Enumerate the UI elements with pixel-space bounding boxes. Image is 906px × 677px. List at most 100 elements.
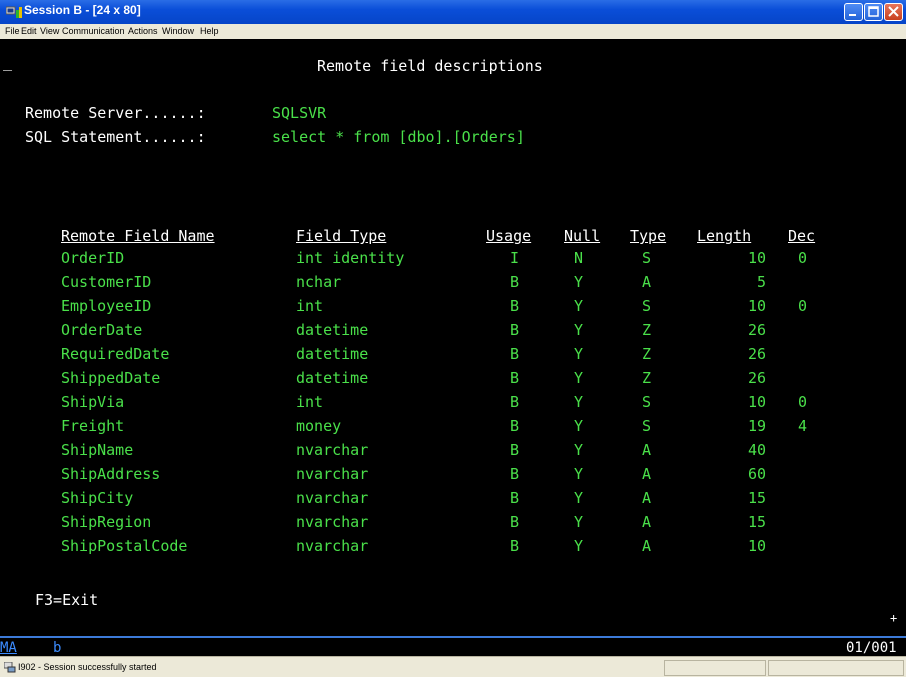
column-header-null: Null [564, 227, 601, 245]
sql-value: select * from [dbo].[Orders] [272, 128, 525, 146]
cell-usage: B [510, 273, 520, 291]
menu-edit[interactable]: Edit [21, 26, 37, 36]
cell-field-name: ShippedDate [61, 369, 161, 387]
session-app-icon [6, 6, 22, 18]
cell-null: Y [574, 417, 584, 435]
status-message: I902 - Session successfully started [18, 662, 157, 672]
cell-field-type: int [296, 297, 324, 315]
close-button[interactable] [884, 3, 903, 21]
cell-usage: B [510, 537, 520, 555]
cell-field-type: int [296, 393, 324, 411]
cell-null: Y [574, 393, 584, 411]
menu-view[interactable]: View [40, 26, 59, 36]
cell-null: Y [574, 489, 584, 507]
cell-dec: 0 [798, 249, 808, 267]
cell-length: 15 [747, 489, 766, 507]
title-bar: Session B - [24 x 80] [0, 0, 906, 24]
cell-null: Y [574, 297, 584, 315]
column-header-usage: Usage [486, 227, 532, 245]
menu-window[interactable]: Window [162, 26, 194, 36]
close-icon [888, 6, 899, 17]
cell-field-name: OrderID [61, 249, 125, 267]
cell-length: 10 [747, 249, 766, 267]
cell-length: 26 [747, 369, 766, 387]
cell-null: Y [574, 273, 584, 291]
function-key-f3[interactable]: F3=Exit [35, 591, 98, 609]
cell-field-type: nchar [296, 273, 342, 291]
menu-actions[interactable]: Actions [128, 26, 158, 36]
cell-field-type: datetime [296, 321, 369, 339]
status-panel-1 [664, 660, 766, 676]
cell-type: Z [642, 345, 652, 363]
column-header-field-type: Field Type [296, 227, 387, 245]
server-label: Remote Server......: [25, 104, 206, 122]
cell-usage: B [510, 297, 520, 315]
minimize-button[interactable] [844, 3, 863, 21]
cell-usage: B [510, 321, 520, 339]
window-title: Session B - [24 x 80] [24, 3, 141, 17]
cell-length: 10 [747, 297, 766, 315]
server-value: SQLSVR [272, 104, 327, 122]
cell-length: 26 [747, 345, 766, 363]
oia-indicator: MA [0, 640, 17, 656]
menu-bar: File Edit View Communication Actions Win… [0, 24, 906, 39]
menu-file[interactable]: File [5, 26, 20, 36]
cell-null: Y [574, 441, 584, 459]
cell-field-type: datetime [296, 345, 369, 363]
cell-usage: I [510, 249, 520, 267]
cell-type: Z [642, 369, 652, 387]
cell-null: Y [574, 465, 584, 483]
cell-field-type: nvarchar [296, 537, 369, 555]
cell-dec: 0 [798, 393, 808, 411]
terminal-screen[interactable]: _ Remote field descriptions Remote Serve… [0, 39, 906, 636]
cell-length: 26 [747, 321, 766, 339]
cell-null: N [574, 249, 584, 267]
cell-usage: B [510, 465, 520, 483]
column-header-dec: Dec [788, 227, 816, 245]
cell-length: 60 [747, 465, 766, 483]
cell-field-name: RequiredDate [61, 345, 170, 363]
cell-type: S [642, 393, 652, 411]
cell-null: Y [574, 345, 584, 363]
column-header-length: Length [697, 227, 752, 245]
cell-field-name: ShipVia [61, 393, 125, 411]
cell-field-type: nvarchar [296, 465, 369, 483]
cell-field-name: ShipAddress [61, 465, 161, 483]
cursor-position: 01/001 [846, 640, 897, 656]
cell-type: A [642, 441, 652, 459]
cell-length: 10 [747, 393, 766, 411]
menu-help[interactable]: Help [200, 26, 219, 36]
status-bar: I902 - Session successfully started [0, 656, 906, 677]
cell-type: S [642, 297, 652, 315]
cell-dec: 0 [798, 297, 808, 315]
cell-field-name: ShipPostalCode [61, 537, 188, 555]
cell-type: A [642, 513, 652, 531]
cell-type: A [642, 273, 652, 291]
cursor: _ [3, 53, 13, 71]
cell-type: S [642, 249, 652, 267]
cell-type: S [642, 417, 652, 435]
cell-field-name: CustomerID [61, 273, 152, 291]
cell-usage: B [510, 369, 520, 387]
cell-null: Y [574, 537, 584, 555]
cell-usage: B [510, 441, 520, 459]
cell-field-name: OrderDate [61, 321, 143, 339]
column-header-type: Type [630, 227, 667, 245]
cell-usage: B [510, 513, 520, 531]
cell-field-name: Freight [61, 417, 125, 435]
cell-usage: B [510, 393, 520, 411]
status-panel-2 [768, 660, 904, 676]
maximize-icon [868, 6, 879, 17]
cell-type: A [642, 465, 652, 483]
cell-field-type: nvarchar [296, 441, 369, 459]
menu-communication[interactable]: Communication [62, 26, 125, 36]
cell-usage: B [510, 345, 520, 363]
screen-heading: Remote field descriptions [317, 57, 543, 75]
maximize-button[interactable] [864, 3, 883, 21]
cell-field-name: ShipCity [61, 489, 134, 507]
session-status-icon [4, 662, 16, 673]
cell-type: Z [642, 321, 652, 339]
cell-usage: B [510, 489, 520, 507]
cell-field-name: ShipRegion [61, 513, 152, 531]
cell-null: Y [574, 513, 584, 531]
